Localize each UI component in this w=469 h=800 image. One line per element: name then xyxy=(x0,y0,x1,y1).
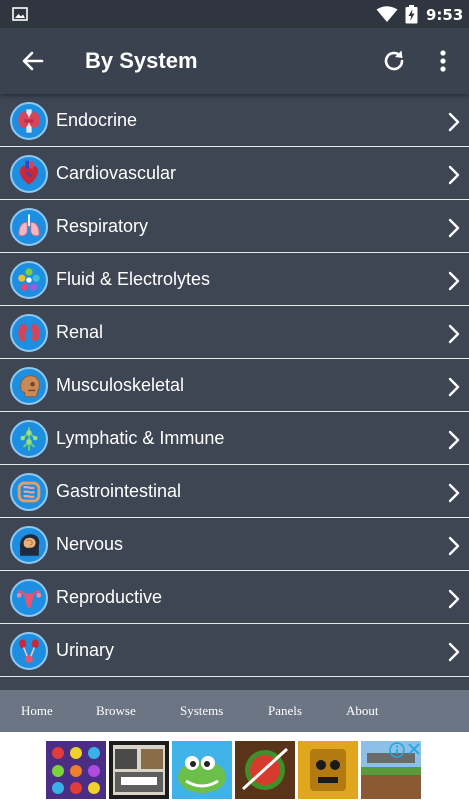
list-item-label: Urinary xyxy=(56,640,115,660)
ad-strip[interactable] xyxy=(46,741,422,799)
list-item-label: Reproductive xyxy=(56,587,163,607)
list-item-endocrine[interactable]: Endocrine xyxy=(0,95,469,147)
ad-info-icon[interactable] xyxy=(389,742,405,758)
list-item-label: Respiratory xyxy=(56,216,149,236)
candy-game-icon[interactable] xyxy=(46,741,106,799)
list-item-urinary[interactable]: Urinary xyxy=(0,625,469,677)
thyroid-icon xyxy=(10,102,48,140)
ad-close-icon[interactable] xyxy=(407,742,421,756)
lymphatic-icon xyxy=(10,420,48,458)
chevron-right-icon xyxy=(448,218,460,238)
kidneys-icon xyxy=(10,314,48,352)
gallery-notification-icon xyxy=(12,7,28,21)
list-item-musculoskeletal[interactable]: Musculoskeletal xyxy=(0,360,469,412)
ad-banner[interactable] xyxy=(0,732,469,800)
electrolytes-icon xyxy=(10,261,48,299)
crocodile-game-icon[interactable] xyxy=(172,741,232,799)
list-item-label: Fluid & Electrolytes xyxy=(56,269,211,289)
tab-home[interactable]: Home xyxy=(21,703,53,719)
back-arrow-icon[interactable] xyxy=(18,46,48,76)
chevron-right-icon xyxy=(448,324,460,344)
more-vert-icon[interactable] xyxy=(432,47,454,75)
list-item-label: Musculoskeletal xyxy=(56,375,185,395)
chevron-right-icon xyxy=(448,483,460,503)
wifi-icon xyxy=(376,6,398,22)
status-time: 9:53 xyxy=(426,6,464,24)
list-item-label: Renal xyxy=(56,322,104,342)
list-item-label: Gastrointestinal xyxy=(56,481,182,501)
temple-run-game-icon[interactable] xyxy=(298,741,358,799)
tab-systems[interactable]: Systems xyxy=(180,703,223,719)
chevron-right-icon xyxy=(448,589,460,609)
tab-panels[interactable]: Panels xyxy=(268,703,302,719)
bottom-nav: Home Browse Systems Panels About xyxy=(0,690,469,732)
list-item-lymphatic-immune[interactable]: Lymphatic & Immune xyxy=(0,413,469,465)
urinary-tract-icon xyxy=(10,632,48,670)
chevron-right-icon xyxy=(448,271,460,291)
gta-game-icon[interactable] xyxy=(109,741,169,799)
list-item-label: Lymphatic & Immune xyxy=(56,428,225,448)
tab-about[interactable]: About xyxy=(346,703,379,719)
battery-charging-icon xyxy=(405,5,418,24)
status-bar: 9:53 xyxy=(0,0,469,28)
list-item-gastrointestinal[interactable]: Gastrointestinal xyxy=(0,466,469,518)
list-item-renal[interactable]: Renal xyxy=(0,307,469,359)
list-item-label: Nervous xyxy=(56,534,124,554)
chevron-right-icon xyxy=(448,165,460,185)
brain-icon xyxy=(10,526,48,564)
chevron-right-icon xyxy=(448,112,460,132)
chevron-right-icon xyxy=(448,642,460,662)
list-item-nervous[interactable]: Nervous xyxy=(0,519,469,571)
list-item-respiratory[interactable]: Respiratory xyxy=(0,201,469,253)
list-item-fluid-electrolytes[interactable]: Fluid & Electrolytes xyxy=(0,254,469,306)
page-title: By System xyxy=(85,48,198,73)
list-item-label: Endocrine xyxy=(56,110,138,130)
app-bar: By System xyxy=(0,28,469,94)
intestines-icon xyxy=(10,473,48,511)
heart-icon xyxy=(10,155,48,193)
uterus-icon xyxy=(10,579,48,617)
list-item-reproductive[interactable]: Reproductive xyxy=(0,572,469,624)
chevron-right-icon xyxy=(448,536,460,556)
list-item-label: Cardiovascular xyxy=(56,163,177,183)
chevron-right-icon xyxy=(448,430,460,450)
fruit-ninja-game-icon[interactable] xyxy=(235,741,295,799)
lungs-icon xyxy=(10,208,48,246)
systems-list: Endocrine Cardiovascular Respiratory Flu… xyxy=(0,94,469,690)
list-item-cardiovascular[interactable]: Cardiovascular xyxy=(0,148,469,200)
chevron-right-icon xyxy=(448,377,460,397)
skull-icon xyxy=(10,367,48,405)
refresh-icon[interactable] xyxy=(380,47,408,75)
tab-browse[interactable]: Browse xyxy=(96,703,136,719)
